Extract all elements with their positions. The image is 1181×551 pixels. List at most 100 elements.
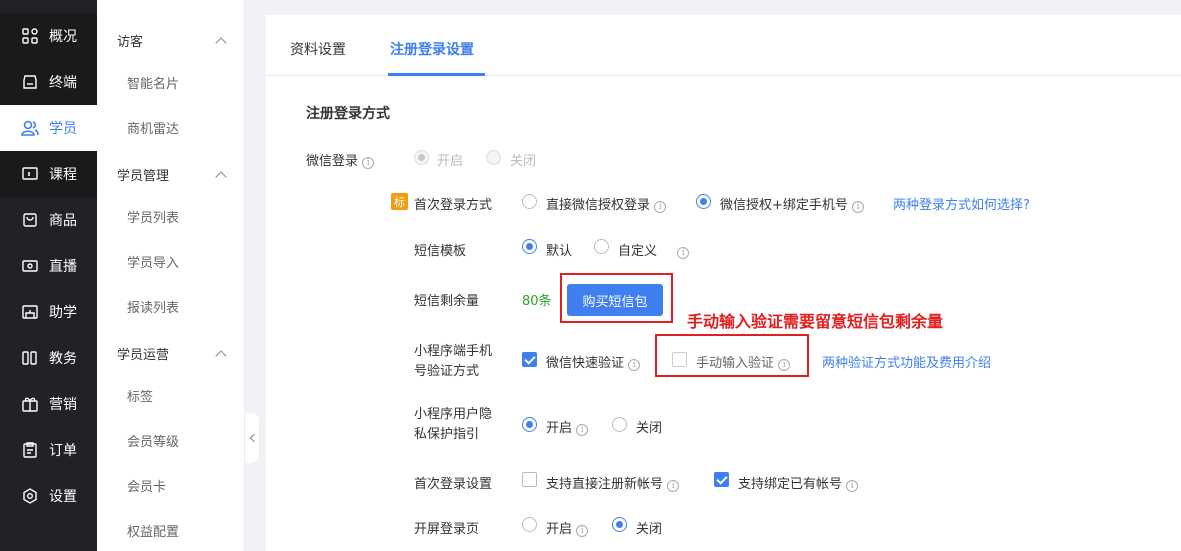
subnav-item[interactable]: 商机雷达 (127, 118, 179, 137)
nav-item-academic[interactable]: 教务 (0, 335, 97, 381)
wechat-login-on-radio[interactable] (414, 150, 429, 165)
privacy-on-label: 开启 i (546, 417, 589, 436)
nav-label: 直播 (49, 259, 77, 275)
chevron-up-icon (215, 170, 227, 183)
sms-template-custom-radio[interactable] (594, 239, 609, 254)
first-login-settings-label: 首次登录设置 (414, 477, 493, 492)
study-icon (21, 303, 39, 321)
subnav-group-student-management[interactable]: 学员管理 (117, 165, 229, 184)
verify-method-help-link[interactable]: 两种验证方式功能及费用介绍 (822, 352, 991, 371)
subnav-group-visitors[interactable]: 访客 (117, 31, 229, 50)
wechat-quick-verify-label: 微信快速验证 i (546, 352, 641, 371)
nav-item-study[interactable]: 助学 (0, 289, 97, 335)
subnav-item[interactable]: 学员列表 (127, 207, 179, 226)
info-icon[interactable]: i (852, 201, 865, 213)
gift-icon (21, 395, 39, 413)
subnav-item[interactable]: 学员导入 (127, 252, 179, 271)
direct-wechat-auth-label: 直接微信授权登录 i (546, 194, 667, 213)
sms-template-default-radio[interactable] (522, 239, 537, 254)
subnav-item[interactable]: 标签 (127, 386, 153, 405)
nav-item-products[interactable]: 商品 (0, 197, 97, 243)
nav-label: 学员 (49, 121, 77, 137)
nav-item-settings[interactable]: 设置 (0, 473, 97, 519)
subnav-item[interactable]: 权益配置 (127, 521, 179, 540)
wechat-login-off-label: 关闭 (510, 154, 537, 169)
subnav-item[interactable]: 会员等级 (127, 431, 179, 450)
splash-login-on-label: 开启 i (546, 518, 589, 537)
chevron-up-icon (215, 36, 227, 49)
splash-login-on-radio[interactable] (522, 517, 537, 532)
nav-label: 订单 (49, 443, 77, 459)
subnav-item[interactable]: 会员卡 (127, 476, 166, 495)
splash-login-label: 开屏登录页 (414, 522, 480, 537)
mp-phone-verify-label: 小程序端手机 号验证方式 (414, 342, 492, 382)
users-icon (21, 119, 39, 137)
manual-verify-checkbox[interactable] (672, 352, 687, 367)
wechat-auth-bind-phone-radio[interactable] (696, 194, 711, 209)
wechat-quick-verify-checkbox[interactable] (522, 352, 537, 367)
buy-sms-package-button[interactable]: 购买短信包 (567, 284, 663, 316)
collapse-sidebar-button[interactable] (245, 413, 259, 463)
privacy-off-radio[interactable] (612, 417, 627, 432)
nav-label: 助学 (49, 305, 77, 321)
settings-icon (21, 487, 39, 505)
tab-profile-settings[interactable]: 资料设置 (290, 39, 346, 59)
info-icon[interactable]: i (628, 359, 641, 371)
nav-item-overview[interactable]: 概况 (0, 13, 97, 59)
splash-login-off-radio[interactable] (612, 517, 627, 532)
chevron-left-icon (249, 433, 258, 443)
nav-item-live[interactable]: 直播 (0, 243, 97, 289)
subnav-item[interactable]: 报读列表 (127, 297, 179, 316)
wechat-quick-verify-text: 微信快速验证 (546, 356, 625, 371)
nav-item-students[interactable]: 学员 (0, 105, 97, 151)
info-icon[interactable]: i (576, 424, 589, 436)
sms-template-default-label: 默认 (546, 244, 573, 259)
first-login-method-label: 首次登录方式 (414, 198, 493, 213)
nav-label: 教务 (49, 351, 77, 367)
wechat-login-label: 微信登录 i (306, 150, 375, 169)
course-icon (21, 165, 39, 183)
tab-register-login-settings[interactable]: 注册登录设置 (390, 39, 474, 59)
nav-label: 终端 (49, 75, 77, 91)
standard-badge: 标 (391, 193, 408, 210)
info-icon[interactable]: i (362, 157, 375, 169)
info-icon[interactable]: i (576, 525, 589, 537)
manual-verify-text: 手动输入验证 (696, 356, 775, 371)
nav-label: 概况 (49, 29, 77, 45)
allow-bind-existing-checkbox[interactable] (714, 472, 729, 487)
info-icon[interactable]: i (778, 359, 791, 371)
sms-template-custom-text: 自定义 (618, 244, 658, 259)
sms-remaining-label: 短信剩余量 (414, 294, 480, 309)
nav-item-marketing[interactable]: 营销 (0, 381, 97, 427)
mp-phone-verify-label-line2: 号验证方式 (414, 364, 480, 379)
subnav-group-student-operations[interactable]: 学员运营 (117, 344, 229, 363)
order-icon (21, 441, 39, 459)
live-icon (21, 257, 39, 275)
wechat-auth-bind-phone-label: 微信授权+绑定手机号 i (720, 194, 865, 213)
info-icon[interactable]: i (677, 247, 690, 259)
wechat-auth-bind-phone-text: 微信授权+绑定手机号 (720, 198, 848, 213)
login-method-help-link[interactable]: 两种登录方式如何选择? (893, 194, 1030, 213)
subnav-group-label: 学员运营 (117, 348, 170, 363)
privacy-on-text: 开启 (546, 421, 573, 436)
allow-register-new-checkbox[interactable] (522, 472, 537, 487)
privacy-guide-label: 小程序用户隐 私保护指引 (414, 405, 492, 445)
sms-remaining-count: 80条 (522, 294, 552, 309)
direct-wechat-auth-radio[interactable] (522, 194, 537, 209)
info-icon[interactable]: i (667, 480, 680, 492)
privacy-guide-label-line2: 私保护指引 (414, 427, 480, 442)
wechat-login-off-radio[interactable] (486, 150, 501, 165)
info-icon[interactable]: i (846, 480, 859, 492)
grid-icon (21, 27, 39, 45)
nav-item-orders[interactable]: 订单 (0, 427, 97, 473)
info-icon[interactable]: i (654, 201, 667, 213)
subnav-item[interactable]: 智能名片 (127, 73, 179, 92)
nav-item-terminal[interactable]: 终端 (0, 59, 97, 105)
nav-item-courses[interactable]: 课程 (0, 151, 97, 197)
main-panel: 资料设置 注册登录设置 注册登录方式 微信登录 i 开启 关闭 标 首次登录方式… (266, 15, 1181, 551)
subnav-group-label: 访客 (117, 35, 144, 50)
bag-icon (21, 211, 39, 229)
privacy-off-label: 关闭 (636, 421, 663, 436)
sub-nav: 访客 智能名片 商机雷达 学员管理 学员列表 学员导入 报读列表 学员运营 标签… (97, 0, 245, 551)
privacy-on-radio[interactable] (522, 417, 537, 432)
